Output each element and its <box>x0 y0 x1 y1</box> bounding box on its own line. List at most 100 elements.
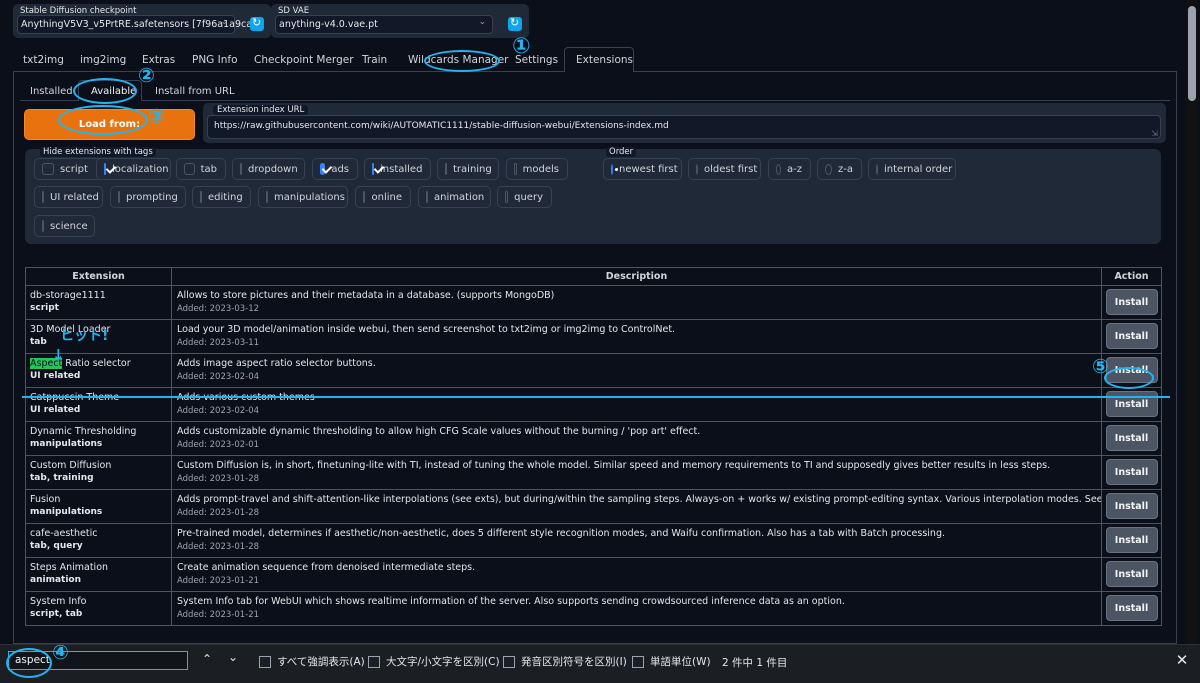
checkbox-checked-icon <box>104 163 106 175</box>
checkbox-icon <box>42 163 54 175</box>
tag-dropdown[interactable]: dropdown <box>232 158 305 180</box>
checkbox-icon <box>514 163 517 175</box>
find-result-count: 2 件中 1 件目 <box>722 657 788 669</box>
find-previous-button[interactable]: ⌃ <box>200 652 214 668</box>
tag-ui-related[interactable]: UI related <box>34 186 103 208</box>
annotation-hit-note: ヒット! <box>60 328 109 344</box>
tag-script[interactable]: script <box>34 158 104 180</box>
tag-animation[interactable]: animation <box>418 186 491 208</box>
extension-added: Added: 2023-01-21 <box>177 610 260 620</box>
extension-name[interactable]: cafe-aesthetic <box>27 525 171 541</box>
find-whole-words[interactable]: 単語単位(W) <box>632 654 711 669</box>
checkpoint-dropdown[interactable]: AnythingV5V3_v5PrtRE.safetensors [7f96a1… <box>17 15 256 34</box>
index-url-value: https://raw.githubusercontent.com/wiki/A… <box>214 121 669 131</box>
refresh-icon: ↻ <box>510 16 520 29</box>
order-a-z[interactable]: a-z <box>768 158 811 180</box>
extension-name[interactable]: Steps Animation <box>27 559 171 575</box>
checkbox-icon <box>503 655 515 668</box>
extension-tags: tab, query <box>30 541 83 551</box>
extension-name[interactable]: Aspect Ratio selector <box>27 355 171 371</box>
tag-training[interactable]: training <box>437 158 499 180</box>
extension-tags: UI related <box>30 371 81 381</box>
tag-models[interactable]: models <box>506 158 568 180</box>
tag-installed[interactable]: installed <box>364 158 431 180</box>
header-action: Action <box>1101 267 1162 286</box>
order-newest-first[interactable]: newest first <box>603 158 682 180</box>
table-row: cafe-aesthetic tab, query Pre-trained mod… <box>25 523 1162 558</box>
checkbox-icon <box>200 191 202 203</box>
radio-icon <box>696 163 698 175</box>
extension-name[interactable]: Custom Diffusion <box>27 457 171 473</box>
tag-science[interactable]: science <box>34 215 95 237</box>
subtab-bar-line <box>20 100 1170 101</box>
extension-tags: script, tab <box>30 609 83 619</box>
find-match-case[interactable]: 大文字/小文字を区別(C) <box>368 654 500 669</box>
checkbox-icon <box>42 220 44 232</box>
refresh-checkpoint-button[interactable]: ↻ <box>250 16 264 31</box>
extension-description: Adds prompt-travel and shift-attention-l… <box>177 494 1101 505</box>
find-highlight-all[interactable]: すべて強調表示(A) <box>259 654 365 669</box>
extension-added: Added: 2023-02-04 <box>177 372 260 382</box>
checkbox-icon <box>445 163 447 175</box>
extension-added: Added: 2023-02-01 <box>177 440 260 450</box>
tab-img2img[interactable]: img2img <box>80 50 126 70</box>
annotation-arrow-down: ↓ <box>52 346 65 364</box>
extension-tags: script <box>30 303 59 313</box>
tag-manipulations[interactable]: manipulations <box>258 186 348 208</box>
table-row: 3D Model Loader tab Load your 3D model/an… <box>25 319 1162 354</box>
subtab-install-from-url[interactable]: Install from URL <box>155 86 235 97</box>
find-match-diacritics[interactable]: 発音区別符号を区別(I) <box>503 654 627 669</box>
order-oldest-first[interactable]: oldest first <box>688 158 761 180</box>
tag-ads[interactable]: ads <box>312 158 358 180</box>
tag-editing[interactable]: editing <box>192 186 251 208</box>
install-button[interactable]: Install <box>1105 323 1158 349</box>
find-next-button[interactable]: ⌄ <box>226 650 240 666</box>
extension-tags: animation <box>30 575 81 585</box>
install-button[interactable]: Install <box>1105 595 1158 621</box>
tag-prompting[interactable]: prompting <box>110 186 186 208</box>
tag-online[interactable]: online <box>355 186 411 208</box>
page-scrollbar-thumb[interactable] <box>1188 6 1196 101</box>
tab-extensions[interactable]: Extensions <box>576 50 633 70</box>
tag-query[interactable]: query <box>497 186 552 208</box>
find-close-button[interactable]: ✕ <box>1174 651 1190 669</box>
chevron-down-icon: ⌄ <box>478 17 486 27</box>
install-button[interactable]: Install <box>1105 289 1158 315</box>
install-button[interactable]: Install <box>1105 561 1158 587</box>
refresh-vae-button[interactable]: ↻ <box>508 16 522 31</box>
install-button[interactable]: Install <box>1105 493 1158 519</box>
subtab-installed[interactable]: Installed <box>30 86 73 97</box>
order-internal-order[interactable]: internal order <box>868 158 956 180</box>
tab-checkpoint-merger[interactable]: Checkpoint Merger <box>254 50 354 70</box>
extension-name[interactable]: Fusion <box>27 491 171 507</box>
chevron-down-icon: ⌄ <box>227 650 239 664</box>
table-row: Custom Diffusion tab, training Custom Dif… <box>25 455 1162 490</box>
tab-txt2img[interactable]: txt2img <box>23 50 64 70</box>
annotation-circle-load <box>58 105 148 135</box>
table-row: Steps Animation animation Create animatio… <box>25 557 1162 592</box>
extension-name[interactable]: Dynamic Thresholding <box>27 423 171 439</box>
tag-tab[interactable]: tab <box>176 158 226 180</box>
install-button[interactable]: Install <box>1105 527 1158 553</box>
extension-added: Added: 2023-03-11 <box>177 338 260 348</box>
vae-dropdown[interactable]: anything-v4.0.vae.pt ⌄ <box>275 15 493 34</box>
install-button[interactable]: Install <box>1105 391 1158 417</box>
tag-localization[interactable]: localization <box>96 158 171 180</box>
order-z-a[interactable]: z-a <box>817 158 862 180</box>
extension-name[interactable]: db-storage1111 <box>27 287 171 303</box>
resize-handle-icon: ⇲ <box>1151 129 1158 138</box>
extension-description: System Info tab for WebUI which shows re… <box>177 596 845 607</box>
checkbox-icon <box>184 163 195 175</box>
order-label: Order <box>606 147 637 157</box>
annotation-circle-install <box>1104 367 1154 389</box>
tab-png-info[interactable]: PNG Info <box>192 50 238 70</box>
index-url-input[interactable]: https://raw.githubusercontent.com/wiki/A… <box>207 115 1161 139</box>
install-button[interactable]: Install <box>1105 459 1158 485</box>
install-button[interactable]: Install <box>1105 425 1158 451</box>
extension-added: Added: 2023-01-28 <box>177 508 260 518</box>
radio-icon <box>825 163 832 175</box>
checkbox-icon <box>266 191 268 203</box>
tab-train[interactable]: Train <box>362 50 387 70</box>
extension-name[interactable]: System Info <box>27 593 171 609</box>
extension-tags: manipulations <box>30 439 103 449</box>
